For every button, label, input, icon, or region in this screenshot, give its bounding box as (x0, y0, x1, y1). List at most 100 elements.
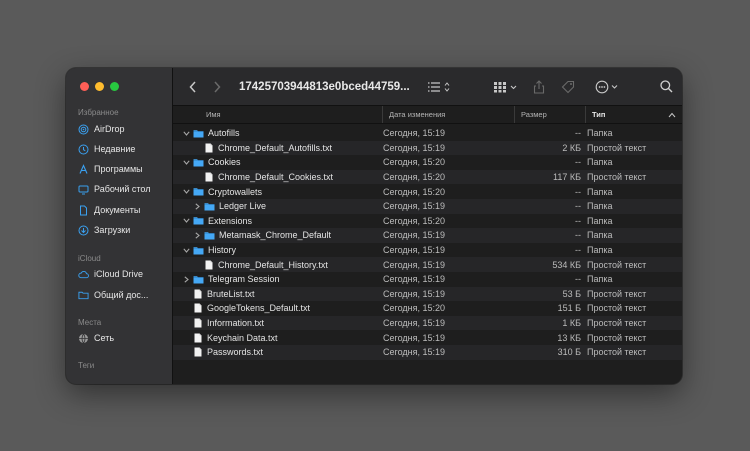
file-name: History (208, 245, 237, 256)
folder-row[interactable]: Metamask_Chrome_Default Сегодня, 15:19 -- П… (173, 228, 682, 243)
ellipsis-icon (595, 80, 618, 93)
tag-icon (561, 80, 575, 93)
share-icon (533, 79, 545, 94)
chevron-right-icon[interactable] (193, 203, 201, 210)
size-cell: 13 КБ (557, 332, 581, 343)
folder-icon (193, 129, 204, 138)
column-name[interactable]: Имя (173, 106, 383, 123)
chevron-down-icon[interactable] (182, 131, 190, 136)
size-cell: 310 Б (557, 347, 581, 358)
sidebar-item-label: Рабочий стол (94, 184, 151, 194)
column-kind[interactable]: Тип (586, 106, 682, 123)
sidebar-item-airdrop[interactable]: AirDrop (78, 121, 125, 137)
sidebar-section-favorites: Избранное (78, 108, 119, 117)
kind-cell: Папка (587, 215, 613, 226)
list-view-icon (428, 81, 450, 92)
sidebar-section-locations: Места (78, 318, 102, 327)
share-button[interactable] (533, 68, 545, 105)
sidebar-item-shared[interactable]: Общий дос... (78, 287, 148, 303)
chevron-right-icon (214, 80, 221, 93)
zoom-button[interactable] (110, 82, 119, 91)
chevron-down-icon[interactable] (182, 218, 190, 224)
text-file-icon (194, 333, 202, 343)
file-name: BruteList.txt (207, 288, 255, 299)
text-file-icon (194, 289, 202, 299)
chevron-down-icon[interactable] (182, 160, 190, 165)
kind-cell: Простой текст (587, 347, 647, 358)
minimize-button[interactable] (95, 82, 104, 91)
file-row[interactable]: Information.txt Сегодня, 15:19 1 КБ Простой… (173, 315, 682, 331)
date-cell: Сегодня, 15:19 (383, 259, 446, 270)
action-button[interactable] (595, 68, 621, 105)
sidebar-item-label: Программы (94, 164, 143, 174)
folder-row[interactable]: History Сегодня, 15:19 -- Папка (173, 243, 682, 258)
file-row[interactable]: Chrome_Default_Autofills.txt Сегодня, 15:… (173, 140, 682, 156)
file-row[interactable]: Keychain Data.txt Сегодня, 15:19 13 КБ Прос… (173, 330, 682, 345)
back-button[interactable] (189, 68, 197, 105)
date-cell: Сегодня, 15:19 (383, 142, 446, 153)
name-cell: Passwords.txt (173, 345, 387, 360)
file-name: Cryptowallets (208, 186, 263, 197)
search-button[interactable] (660, 68, 673, 105)
cloud-icon (78, 269, 89, 280)
group-button[interactable] (493, 68, 519, 105)
folder-row[interactable]: Cryptowallets Сегодня, 15:20 -- Папка (173, 184, 682, 199)
close-button[interactable] (80, 82, 89, 91)
chevron-up-icon (668, 112, 676, 117)
text-file-icon (205, 143, 213, 153)
sidebar-item-desktop[interactable]: Рабочий стол (78, 181, 151, 197)
column-date[interactable]: Дата изменения (383, 106, 515, 123)
sidebar-item-label: AirDrop (94, 124, 125, 134)
chevron-right-icon[interactable] (193, 232, 201, 239)
sidebar-item-downloads[interactable]: Загрузки (78, 222, 130, 238)
folder-icon (193, 158, 204, 167)
file-row[interactable]: BruteList.txt Сегодня, 15:19 53 Б Простой т… (173, 286, 682, 302)
view-list-button[interactable] (427, 68, 451, 105)
folder-row[interactable]: Cookies Сегодня, 15:20 -- Папка (173, 155, 682, 170)
folder-row[interactable]: Ledger Live Сегодня, 15:19 -- Папка (173, 198, 682, 214)
sidebar-item-label: Загрузки (94, 225, 131, 235)
file-name: Autofills (208, 128, 240, 139)
kind-cell: Папка (587, 128, 613, 139)
toolbar: 17425703944813e0bced44759... (173, 68, 682, 106)
network-icon (78, 333, 89, 344)
chevron-right-icon[interactable] (182, 276, 190, 283)
sidebar-item-applications[interactable]: Программы (78, 161, 143, 177)
folder-row[interactable]: Extensions Сегодня, 15:20 -- Папка (173, 214, 682, 229)
airdrop-icon (78, 124, 89, 135)
name-cell: GoogleTokens_Default.txt (173, 301, 387, 316)
finder-window: Избранное AirDrop Недавние Программы Раб… (66, 68, 682, 384)
file-row[interactable]: GoogleTokens_Default.txt Сегодня, 15:20 15… (173, 301, 682, 316)
text-file-icon (194, 347, 202, 357)
name-cell: Information.txt (173, 316, 387, 331)
kind-cell: Простой текст (587, 142, 647, 153)
folder-icon (193, 275, 204, 284)
file-row[interactable]: Chrome_Default_Cookies.txt Сегодня, 15:20… (173, 169, 682, 185)
tag-button[interactable] (561, 68, 575, 105)
sidebar-item-network[interactable]: Сеть (78, 330, 114, 346)
search-icon (660, 80, 673, 93)
chevron-down-icon[interactable] (182, 189, 190, 195)
folder-row[interactable]: Autofills Сегодня, 15:19 -- Папка (173, 126, 682, 141)
column-size[interactable]: Размер (515, 106, 586, 123)
window-title: 17425703944813e0bced44759... (239, 80, 410, 93)
folder-row[interactable]: Telegram Session Сегодня, 15:19 -- Папка (173, 272, 682, 287)
file-row[interactable]: Chrome_Default_History.txt Сегодня, 15:19… (173, 257, 682, 272)
text-file-icon (205, 172, 213, 182)
sidebar-item-icloud-drive[interactable]: iCloud Drive (78, 266, 143, 282)
kind-cell: Папка (587, 274, 613, 285)
text-file-icon (194, 318, 202, 328)
file-row[interactable]: Passwords.txt Сегодня, 15:19 310 Б Простой … (173, 344, 682, 360)
forward-button[interactable] (213, 68, 221, 105)
file-name: Cookies (208, 157, 241, 168)
size-cell: 117 КБ (553, 172, 581, 183)
sidebar-item-recents[interactable]: Недавние (78, 141, 135, 157)
sidebar-item-documents[interactable]: Документы (78, 202, 140, 218)
chevron-down-icon[interactable] (182, 247, 190, 253)
sidebar-item-label: Общий дос... (94, 290, 149, 300)
kind-cell: Папка (587, 201, 613, 212)
file-name: Passwords.txt (207, 347, 264, 358)
file-name: Chrome_Default_History.txt (218, 259, 328, 270)
size-cell: -- (575, 186, 581, 197)
file-name: Chrome_Default_Cookies.txt (218, 172, 334, 183)
